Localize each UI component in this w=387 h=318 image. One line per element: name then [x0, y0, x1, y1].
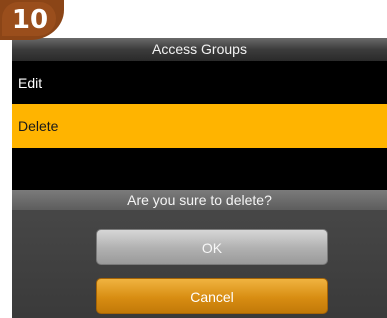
- confirm-dialog: Are you sure to delete? OK Cancel: [12, 190, 387, 318]
- menu-empty-row: [12, 150, 387, 190]
- step-badge: 10: [0, 0, 64, 40]
- ok-button[interactable]: OK: [96, 229, 328, 265]
- menu-item-delete[interactable]: Delete: [12, 104, 387, 148]
- screen-title: Access Groups: [12, 38, 387, 61]
- cancel-button[interactable]: Cancel: [96, 278, 328, 314]
- step-number: 10: [11, 5, 49, 35]
- device-screen: Access Groups Edit Delete Are you sure t…: [12, 38, 387, 318]
- menu-item-edit[interactable]: Edit: [12, 63, 387, 103]
- dialog-message: Are you sure to delete?: [12, 190, 387, 210]
